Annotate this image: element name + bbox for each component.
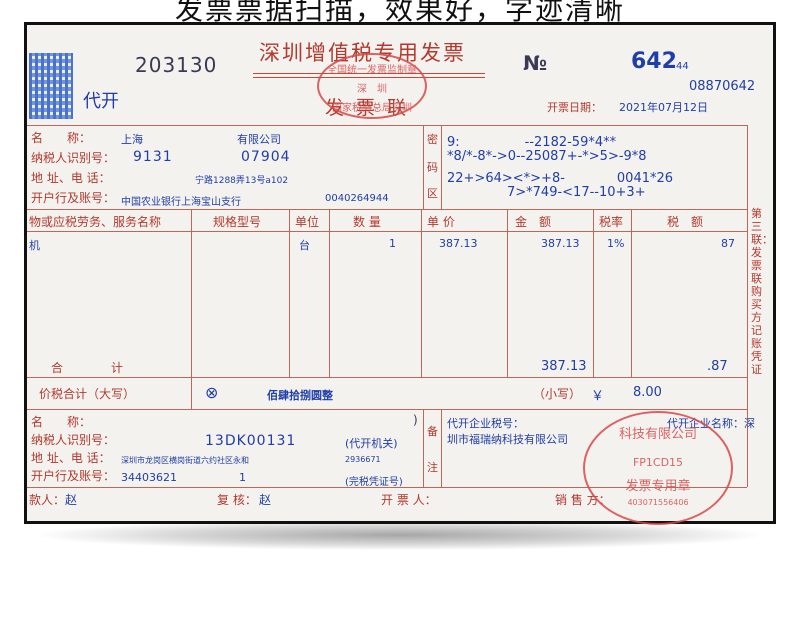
invoice-number-second: 08870642 xyxy=(689,79,756,94)
company-seal: 科技有限公司 FP1CD15 发票专用章 403071556406 xyxy=(583,411,733,525)
seller-addr-label: 地 址、电 话： xyxy=(31,451,111,465)
item-amount: 387.13 xyxy=(541,237,580,250)
cipher-side-3: 区 xyxy=(427,187,438,200)
col-header-spec: 规格型号 xyxy=(213,215,262,229)
buyer-tax-b: 07904 xyxy=(241,149,291,165)
remarks-line2: 圳市福瑞纳科技有限公司 xyxy=(447,433,568,446)
seal-number-text: 403071556406 xyxy=(627,498,689,507)
agent-issued-label: 代开 xyxy=(83,91,119,112)
buyer-addr-label: 地 址、电 话： xyxy=(31,171,111,185)
footer-review-label: 复 核： xyxy=(217,493,257,507)
stamp-bot-text: 国家税务总局深圳 xyxy=(332,103,412,114)
seller-bank-value-a: 34403621 xyxy=(121,471,177,484)
seller-name-end: ) xyxy=(413,413,418,427)
tax-total-symbol: ⊗ xyxy=(205,383,219,402)
invoice-frame: 203130 代开 深圳增值税专用发票 发 票 联 № 642 44 08870… xyxy=(24,22,776,525)
seller-tax-label: 纳税人识别号： xyxy=(31,433,116,447)
col-header-price: 单 价 xyxy=(427,215,455,229)
cipher-line-1: 9: --2182-59*4** xyxy=(447,135,617,150)
footer-payee-label: 款人： xyxy=(29,493,66,507)
seal-code-text: FP1CD15 xyxy=(632,456,684,469)
frame-shadow xyxy=(40,520,760,550)
seller-tax-value: 13DK00131 xyxy=(205,433,297,449)
issue-date-value: 2021年07月12日 xyxy=(619,101,708,114)
col-header-rate: 税率 xyxy=(599,215,624,229)
item-rate: 1% xyxy=(607,237,625,250)
buyer-tax-a: 9131 xyxy=(133,149,173,165)
invoice-number-small: 44 xyxy=(676,61,689,72)
supervision-stamp: 全国统一发票监制章 深 圳 国家税务总局深圳 xyxy=(317,53,427,119)
issue-date-label: 开票日期： xyxy=(547,101,602,114)
buyer-addr-value: 宁路1288弄13号a102 xyxy=(195,176,289,186)
cipher-side-2: 码 xyxy=(427,161,438,174)
item-name: 机 xyxy=(29,239,40,252)
cipher-line-2: *8/*-8*->0--25087+-*>5>-9*8 xyxy=(447,149,647,164)
buyer-name-label: 名 称： xyxy=(31,131,92,145)
col-header-name: 物或应税劳务、服务名称 xyxy=(29,215,162,229)
seller-bank-label: 开户行及账号： xyxy=(31,469,116,483)
col-header-tax: 税 额 xyxy=(667,215,704,229)
buyer-bank-value: 中国农业银行上海宝山支行 xyxy=(121,197,241,208)
seller-addr-value: 深圳市龙岗区横岗街道六约社区永和 xyxy=(121,456,249,465)
invoice-number-symbol: № xyxy=(523,51,548,75)
tax-total-lower-label: （小写） xyxy=(533,387,582,401)
stamp-mid-text: 深 圳 xyxy=(357,84,387,95)
seller-tax-note: (代开机关) xyxy=(345,437,398,450)
seller-addr-phone: 2936671 xyxy=(345,455,381,464)
seller-bank-note: (完税凭证号) xyxy=(345,477,403,488)
seller-name-label: 名 称： xyxy=(31,415,92,429)
cipher-line-4: 7>*749-<17--10+3+ xyxy=(507,185,646,200)
invoice-code: 203130 xyxy=(135,53,218,77)
item-price: 387.13 xyxy=(439,237,478,250)
buyer-name-a: 上海 xyxy=(121,133,143,146)
stamp-top-text: 全国统一发票监制章 xyxy=(327,65,417,76)
remarks-side-1: 备 xyxy=(427,425,438,438)
side-copy-label: 第三联：发票联 购买方记账凭证 xyxy=(751,207,773,376)
seller-bank-value-b: 1 xyxy=(239,471,246,484)
footer-drawer-label: 开 票 人： xyxy=(381,493,437,507)
buyer-bank-label: 开户行及账号： xyxy=(31,191,116,205)
remarks-line1-label: 代开企业税号： xyxy=(447,417,524,430)
tax-total-label: 价税合计（大写） xyxy=(39,387,136,401)
buyer-bank-account: 0040264944 xyxy=(325,193,389,204)
item-qty: 1 xyxy=(389,237,396,250)
col-header-qty: 数 量 xyxy=(353,215,381,229)
col-header-unit: 单位 xyxy=(295,215,320,229)
total-tax: .87 xyxy=(707,359,728,374)
total-label: 合 计 xyxy=(51,361,124,375)
footer-payee-name: 赵 xyxy=(65,493,78,507)
total-amount: 387.13 xyxy=(541,359,587,374)
item-tax: 87 xyxy=(721,237,735,250)
buyer-tax-label: 纳税人识别号： xyxy=(31,151,116,165)
qr-code-icon xyxy=(29,53,73,119)
cipher-line-3: 22+>64><*>+8- 0041*26 xyxy=(447,171,674,186)
tax-total-lower-value: 8.00 xyxy=(633,385,662,400)
col-header-amount: 金 额 xyxy=(515,215,552,229)
seal-bottom-text: 发票专用章 xyxy=(625,479,691,494)
item-unit: 台 xyxy=(299,239,310,252)
seal-company-text: 科技有限公司 xyxy=(618,427,697,442)
footer-review-name: 赵 xyxy=(259,493,272,507)
tax-total-currency: ￥ xyxy=(591,389,605,404)
cipher-side-1: 密 xyxy=(427,133,438,146)
buyer-name-b: 有限公司 xyxy=(237,133,281,146)
invoice-number-big: 642 xyxy=(631,49,677,74)
remarks-side-2: 注 xyxy=(427,461,438,474)
tax-total-upper: 佰肆拾捌圆整 xyxy=(267,389,333,402)
